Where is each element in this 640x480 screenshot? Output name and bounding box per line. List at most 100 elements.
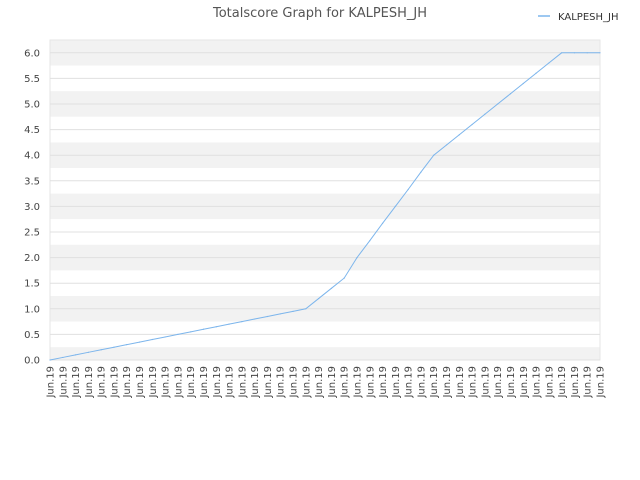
- x-tick-label: Jun.19: [570, 366, 581, 399]
- x-tick-label: Jun.19: [404, 366, 415, 399]
- y-tick-label: 3.5: [24, 176, 40, 187]
- x-tick-label: Jun.19: [455, 366, 466, 399]
- data-point[interactable]: [215, 326, 217, 328]
- data-point[interactable]: [113, 346, 115, 348]
- x-tick-label: Jun.19: [46, 366, 57, 399]
- chart: Totalscore Graph for KALPESH_JH KALPESH_…: [24, 6, 618, 399]
- x-tick-label: Jun.19: [519, 366, 530, 399]
- x-tick-label: Jun.19: [352, 366, 363, 399]
- data-point[interactable]: [190, 331, 192, 333]
- x-tick-label: Jun.19: [327, 366, 338, 399]
- x-tick-label: Jun.19: [583, 366, 594, 399]
- x-tick-label: Jun.19: [225, 366, 236, 399]
- data-point[interactable]: [292, 310, 294, 312]
- data-point[interactable]: [535, 72, 537, 74]
- x-tick-label: Jun.19: [493, 366, 504, 399]
- x-tick-label: Jun.19: [416, 366, 427, 399]
- x-tick-label: Jun.19: [301, 366, 312, 399]
- x-tick-label: Jun.19: [186, 366, 197, 399]
- x-tick-label: Jun.19: [237, 366, 248, 399]
- data-point[interactable]: [561, 52, 563, 54]
- x-tick-label: Jun.19: [506, 366, 517, 399]
- data-point[interactable]: [573, 52, 576, 54]
- x-tick-label: Jun.19: [480, 366, 491, 399]
- x-tick-label: Jun.19: [429, 366, 440, 399]
- x-tick-label: Jun.19: [544, 366, 555, 399]
- x-tick-label: Jun.19: [212, 366, 223, 399]
- data-point[interactable]: [599, 52, 601, 54]
- data-point[interactable]: [330, 287, 332, 289]
- data-point[interactable]: [318, 297, 320, 300]
- y-tick-label: 3.0: [24, 202, 40, 213]
- legend[interactable]: KALPESH_JH: [538, 12, 618, 23]
- x-tick-label: Jun.19: [557, 366, 568, 399]
- data-point[interactable]: [177, 333, 179, 335]
- y-tick-label: 2.0: [24, 253, 40, 264]
- data-point[interactable]: [228, 323, 230, 325]
- legend-label: KALPESH_JH: [558, 12, 618, 23]
- y-tick-label: 5.0: [24, 100, 40, 111]
- data-point[interactable]: [548, 62, 550, 64]
- data-point[interactable]: [394, 205, 396, 207]
- data-point[interactable]: [420, 171, 422, 173]
- data-point[interactable]: [202, 328, 205, 330]
- data-point[interactable]: [138, 341, 141, 343]
- data-point[interactable]: [445, 144, 448, 146]
- data-point[interactable]: [458, 134, 460, 136]
- chart-title: Totalscore Graph for KALPESH_JH: [212, 6, 427, 21]
- data-point[interactable]: [407, 188, 409, 191]
- data-point[interactable]: [484, 113, 486, 115]
- data-point[interactable]: [509, 93, 512, 95]
- data-point[interactable]: [74, 354, 77, 356]
- x-tick-label: Jun.19: [263, 366, 274, 399]
- data-point[interactable]: [241, 321, 243, 323]
- y-tick-label: 5.5: [24, 74, 40, 85]
- x-tick-label: Jun.19: [442, 366, 453, 399]
- data-point[interactable]: [369, 240, 371, 242]
- data-point[interactable]: [62, 356, 64, 359]
- x-tick-label: Jun.19: [314, 366, 325, 399]
- x-tick-label: Jun.19: [58, 366, 69, 399]
- data-point[interactable]: [305, 308, 307, 310]
- x-tick-label: Jun.19: [340, 366, 351, 399]
- x-axis: Jun.19 Jun.19 Jun.19 Jun.19 Jun.19 Jun.19 Jun.…: [46, 366, 607, 399]
- y-tick-label: 0.0: [24, 356, 40, 367]
- y-tick-label: 4.5: [24, 125, 40, 136]
- data-point[interactable]: [164, 336, 166, 338]
- x-tick-label: Jun.19: [250, 366, 261, 399]
- x-tick-label: Jun.19: [532, 366, 543, 399]
- data-point[interactable]: [343, 277, 345, 279]
- x-tick-label: Jun.19: [97, 366, 108, 399]
- y-tick-label: 2.5: [24, 228, 40, 239]
- y-tick-label: 1.5: [24, 279, 40, 290]
- x-tick-label: Jun.19: [148, 366, 159, 399]
- x-tick-label: Jun.19: [161, 366, 172, 399]
- y-tick-label: 0.5: [24, 330, 40, 341]
- data-point[interactable]: [497, 103, 499, 105]
- y-tick-label: 4.0: [24, 151, 40, 162]
- x-tick-label: Jun.19: [135, 366, 146, 399]
- y-tick-label: 1.0: [24, 304, 40, 315]
- data-point[interactable]: [87, 351, 89, 353]
- data-point[interactable]: [279, 313, 281, 315]
- data-point[interactable]: [151, 338, 153, 341]
- data-point[interactable]: [586, 52, 588, 54]
- data-point[interactable]: [100, 349, 102, 351]
- data-point[interactable]: [254, 318, 256, 320]
- data-point[interactable]: [266, 315, 269, 318]
- data-point[interactable]: [49, 359, 51, 361]
- x-tick-label: Jun.19: [109, 366, 120, 399]
- data-point[interactable]: [381, 222, 384, 224]
- data-point[interactable]: [356, 257, 358, 259]
- x-tick-label: Jun.19: [84, 366, 95, 399]
- data-point[interactable]: [522, 82, 524, 85]
- data-point[interactable]: [471, 123, 473, 126]
- data-point[interactable]: [433, 154, 435, 156]
- data-point[interactable]: [126, 344, 128, 346]
- x-tick-label: Jun.19: [173, 366, 184, 399]
- plot-band: [50, 347, 600, 360]
- x-tick-label: Jun.19: [391, 366, 402, 399]
- x-tick-label: Jun.19: [378, 366, 389, 399]
- x-tick-label: Jun.19: [199, 366, 210, 399]
- x-tick-label: Jun.19: [365, 366, 376, 399]
